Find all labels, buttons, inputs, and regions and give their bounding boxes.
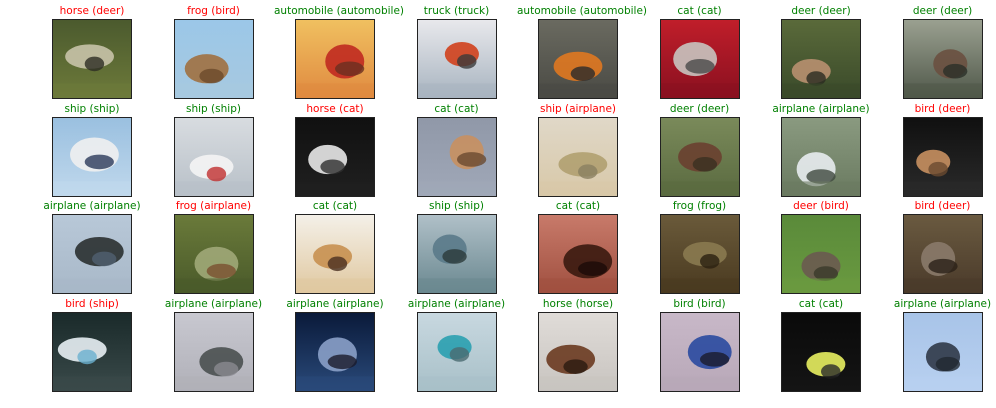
- prediction-label: ship (ship): [186, 102, 241, 115]
- thumbnail-image: [902, 116, 983, 197]
- prediction-cell: ship (ship): [31, 103, 153, 201]
- thumbnail-image: [416, 116, 497, 197]
- prediction-label: ship (ship): [429, 200, 484, 212]
- prediction-cell: automobile (automobile): [517, 5, 648, 103]
- prediction-cell: airplane (airplane): [882, 298, 996, 396]
- thumbnail-image: [52, 311, 132, 392]
- prediction-cell: ship (ship): [153, 103, 275, 201]
- prediction-label: cat (cat): [312, 200, 358, 212]
- prediction-label: deer (deer): [791, 5, 851, 17]
- prediction-cell: bird (ship): [31, 298, 153, 396]
- prediction-cell: ship (ship): [396, 200, 518, 298]
- prediction-cell: airplane (airplane): [760, 103, 882, 201]
- prediction-label: truck (truck): [423, 5, 490, 17]
- prediction-cell: cat (cat): [274, 200, 396, 298]
- thumbnail-image: [416, 19, 497, 99]
- thumbnail-image: [295, 214, 375, 294]
- prediction-cell: ship (airplane): [517, 103, 639, 201]
- prediction-cell: airplane (airplane): [153, 298, 275, 396]
- prediction-label: airplane (airplane): [286, 297, 384, 310]
- prediction-label: bird (ship): [65, 297, 119, 310]
- prediction-label: cat (cat): [434, 102, 479, 115]
- prediction-cell: frog (frog): [639, 200, 761, 298]
- thumbnail-image: [173, 19, 254, 99]
- prediction-label: airplane (airplane): [893, 297, 992, 310]
- prediction-cell: frog (bird): [153, 5, 275, 103]
- prediction-cell: cat (cat): [639, 5, 761, 103]
- prediction-label: deer (deer): [669, 102, 730, 115]
- prediction-label: airplane (airplane): [164, 297, 263, 310]
- prediction-label: deer (deer): [912, 5, 973, 17]
- thumbnail-image: [902, 214, 983, 294]
- prediction-cell: horse (cat): [274, 103, 396, 201]
- thumbnail-image: [173, 311, 254, 392]
- thumbnail-image: [902, 311, 983, 392]
- prediction-grid: horse (deer) frog (bird) automobile (autom…: [0, 0, 996, 408]
- prediction-cell: airplane (airplane): [31, 200, 153, 298]
- thumbnail-image: [781, 214, 861, 294]
- prediction-label: airplane (airplane): [43, 200, 141, 212]
- thumbnail-image: [659, 19, 740, 99]
- prediction-cell: cat (cat): [760, 298, 882, 396]
- prediction-cell: bird (bird): [639, 298, 761, 396]
- prediction-label: cat (cat): [677, 5, 722, 17]
- prediction-cell: horse (deer): [31, 5, 153, 103]
- prediction-cell: truck (truck): [396, 5, 518, 103]
- prediction-cell: deer (deer): [760, 5, 882, 103]
- prediction-cell: bird (deer): [882, 103, 996, 201]
- thumbnail-image: [295, 116, 375, 197]
- prediction-cell: deer (bird): [760, 200, 882, 298]
- prediction-label: bird (deer): [914, 102, 971, 115]
- thumbnail-image: [295, 311, 375, 392]
- thumbnail-image: [659, 116, 740, 197]
- prediction-label: cat (cat): [555, 200, 601, 212]
- thumbnail-image: [173, 214, 254, 294]
- prediction-cell: cat (cat): [396, 103, 518, 201]
- prediction-cell: deer (deer): [639, 103, 761, 201]
- prediction-label: airplane (airplane): [772, 102, 870, 115]
- prediction-label: automobile (automobile): [274, 5, 405, 17]
- prediction-cell: airplane (airplane): [274, 298, 396, 396]
- thumbnail-image: [781, 116, 861, 197]
- prediction-label: deer (bird): [793, 200, 849, 212]
- prediction-cell: horse (horse): [517, 298, 639, 396]
- thumbnail-image: [538, 116, 618, 197]
- prediction-cell: automobile (automobile): [274, 5, 405, 103]
- prediction-label: ship (airplane): [539, 102, 617, 115]
- thumbnail-image: [538, 19, 618, 99]
- prediction-label: ship (ship): [64, 102, 120, 115]
- thumbnail-image: [52, 214, 132, 294]
- prediction-label: bird (bird): [673, 297, 726, 310]
- prediction-label: frog (airplane): [175, 200, 252, 212]
- thumbnail-image: [416, 214, 497, 294]
- prediction-cell: bird (deer): [882, 200, 996, 298]
- thumbnail-image: [295, 19, 375, 99]
- thumbnail-image: [538, 311, 618, 392]
- prediction-cell: frog (airplane): [153, 200, 275, 298]
- prediction-cell: deer (deer): [882, 5, 996, 103]
- prediction-label: frog (bird): [187, 5, 240, 17]
- thumbnail-image: [416, 311, 497, 392]
- prediction-label: horse (deer): [59, 5, 125, 17]
- prediction-label: cat (cat): [798, 297, 844, 310]
- thumbnail-image: [659, 311, 740, 392]
- thumbnail-image: [52, 116, 132, 197]
- thumbnail-image: [173, 116, 254, 197]
- thumbnail-image: [781, 311, 861, 392]
- prediction-label: horse (cat): [306, 102, 364, 115]
- prediction-label: frog (frog): [672, 200, 727, 212]
- thumbnail-image: [52, 19, 132, 99]
- prediction-cell: airplane (airplane): [396, 298, 518, 396]
- prediction-label: automobile (automobile): [517, 5, 648, 17]
- thumbnail-image: [781, 19, 861, 99]
- thumbnail-image: [902, 19, 983, 99]
- prediction-label: horse (horse): [542, 297, 614, 310]
- prediction-label: airplane (airplane): [407, 297, 506, 310]
- prediction-cell: cat (cat): [517, 200, 639, 298]
- prediction-label: bird (deer): [914, 200, 971, 212]
- thumbnail-image: [538, 214, 618, 294]
- thumbnail-image: [659, 214, 740, 294]
